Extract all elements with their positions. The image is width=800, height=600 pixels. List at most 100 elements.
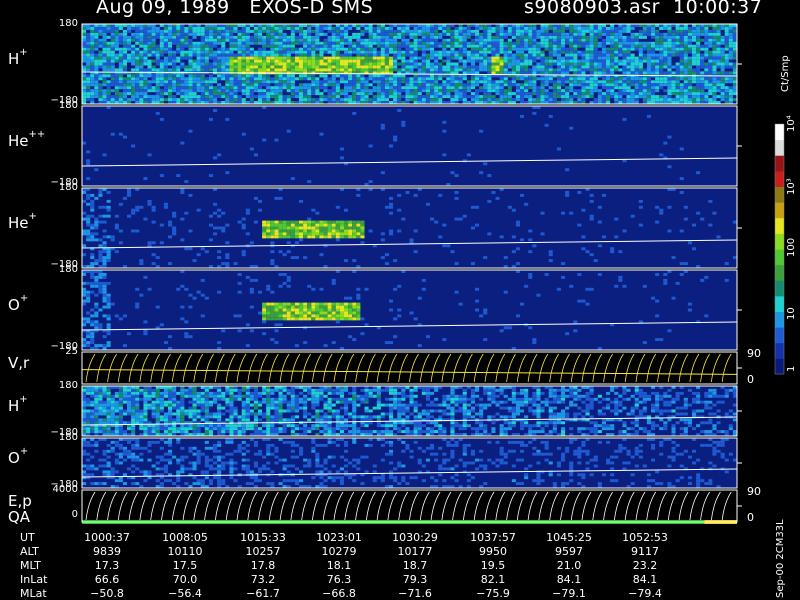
heat-cell (483, 35, 488, 39)
heat-cell (323, 80, 328, 84)
heat-cell (487, 56, 492, 60)
heat-cell (110, 83, 115, 87)
heat-cell (102, 244, 107, 248)
heat-cell (168, 89, 173, 93)
heat-cell (282, 305, 287, 309)
heat-cell (168, 53, 173, 57)
heat-cell (331, 41, 336, 45)
heat-cell (98, 83, 103, 87)
heat-cell (221, 95, 226, 99)
heat-cell (700, 29, 705, 33)
heat-cell (282, 308, 287, 312)
heat-cell (286, 302, 291, 306)
heat-cell (282, 32, 287, 36)
heat-cell (94, 74, 99, 78)
heat-cell (86, 238, 91, 242)
heat-cell (696, 32, 701, 36)
heat-cell (188, 293, 193, 297)
heat-cell (622, 56, 627, 60)
heat-cell (180, 217, 185, 221)
heat-cell (172, 80, 177, 84)
heat-cell (110, 98, 115, 102)
heat-cell (389, 74, 394, 78)
heat-cell (565, 95, 570, 99)
heat-cell (614, 35, 619, 39)
heat-cell (532, 341, 537, 345)
heat-cell (458, 83, 463, 87)
heat-cell (147, 47, 152, 51)
heat-cell (683, 98, 688, 102)
heat-cell (536, 62, 541, 66)
heat-cell (135, 41, 140, 45)
heat-cell (188, 247, 193, 251)
heat-cell (597, 68, 602, 72)
heat-cell (331, 308, 336, 312)
heat-cell (671, 80, 676, 84)
heat-cell (335, 41, 340, 45)
heat-cell (704, 98, 709, 102)
heat-cell (229, 83, 234, 87)
heat-cell (307, 232, 312, 236)
heat-cell (499, 27, 504, 30)
heat-cell (331, 86, 336, 90)
heat-cell (360, 98, 365, 102)
heat-cell (106, 293, 111, 297)
heat-cell (732, 98, 737, 102)
heat-cell (94, 302, 99, 306)
heat-cell (184, 211, 189, 215)
heat-cell (573, 35, 578, 39)
heat-cell (520, 29, 525, 33)
heat-cell (728, 50, 733, 54)
heat-cell (573, 89, 578, 93)
heat-cell (634, 35, 639, 39)
heat-cell (266, 77, 271, 81)
heat-cell (204, 41, 209, 45)
heat-cell (311, 53, 316, 57)
heat-cell (245, 38, 250, 42)
heat-cell (732, 71, 737, 75)
heat-cell (548, 50, 553, 54)
heat-cell (176, 35, 181, 39)
heat-cell (159, 53, 164, 57)
heat-cell (290, 220, 295, 224)
heat-cell (581, 59, 586, 63)
heat-cell (585, 302, 590, 306)
heat-cell (98, 284, 103, 288)
heat-cell (221, 59, 226, 63)
heat-cell (147, 202, 152, 206)
heat-cell (581, 62, 586, 66)
heat-cell (495, 98, 500, 102)
heat-cell (569, 41, 574, 45)
heat-cell (221, 41, 226, 45)
heat-cell (626, 80, 631, 84)
heat-cell (679, 50, 684, 54)
heat-cell (495, 86, 500, 90)
heat-cell (262, 83, 267, 87)
heat-cell (270, 95, 275, 99)
heat-cell (348, 89, 353, 93)
heat-cell (667, 27, 672, 30)
heat-cell (237, 44, 242, 48)
heat-cell (442, 86, 447, 90)
heat-cell (249, 62, 254, 66)
heat-cell (335, 27, 340, 30)
heat-cell (245, 27, 250, 30)
heat-cell (344, 74, 349, 78)
heat-cell (208, 41, 213, 45)
heat-cell (176, 32, 181, 36)
heat-cell (515, 65, 520, 69)
heat-cell (450, 95, 455, 99)
heat-cell (569, 47, 574, 51)
heat-cell (270, 47, 275, 51)
heat-cell (208, 35, 213, 39)
heat-cell (700, 38, 705, 42)
heat-cell (237, 98, 242, 102)
heat-cell (106, 62, 111, 66)
heat-cell (344, 232, 349, 236)
heat-cell (282, 59, 287, 63)
heat-cell (716, 44, 721, 48)
heat-cell (335, 65, 340, 69)
heat-cell (155, 59, 160, 63)
heat-cell (237, 50, 242, 54)
heat-cell (675, 95, 680, 99)
